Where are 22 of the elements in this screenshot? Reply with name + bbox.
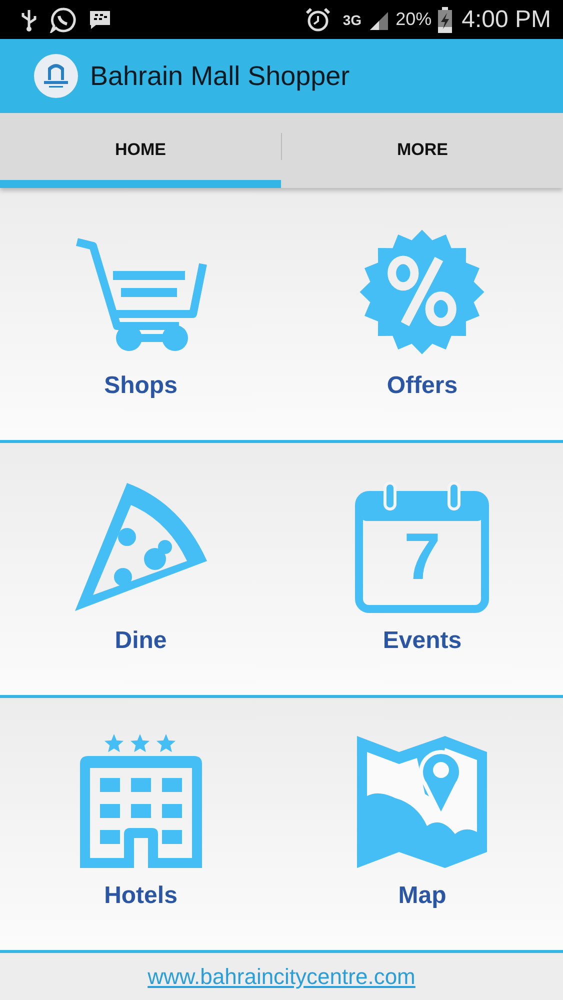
menu-tile[interactable]: 7 Events <box>282 443 563 695</box>
menu-tile[interactable]: Shops <box>0 188 282 440</box>
menu-tile[interactable]: Map <box>282 698 563 950</box>
menu-tile[interactable]: Offers <box>282 188 563 440</box>
battery-charging-icon <box>438 6 452 32</box>
chat-bubble-icon <box>50 6 76 32</box>
map-pin-icon <box>355 734 490 868</box>
calendar-day: 7 <box>355 523 490 589</box>
clock-time: 4:00 PM <box>462 6 551 34</box>
app-logo-icon <box>34 54 78 98</box>
menu-tile[interactable]: Dine <box>0 443 282 695</box>
battery-percent: 20% <box>396 9 432 30</box>
app-title: Bahrain Mall Shopper <box>90 60 350 92</box>
network-type: 3G <box>342 12 362 28</box>
menu-tile[interactable]: Hotels <box>0 698 282 950</box>
pizza-slice-icon <box>72 481 209 613</box>
alarm-icon <box>304 6 331 32</box>
message-icon <box>88 8 112 30</box>
tab[interactable]: MORE <box>282 113 563 188</box>
usb-icon <box>20 8 38 32</box>
calendar-icon <box>355 481 490 613</box>
hotel-building-icon <box>78 734 204 868</box>
